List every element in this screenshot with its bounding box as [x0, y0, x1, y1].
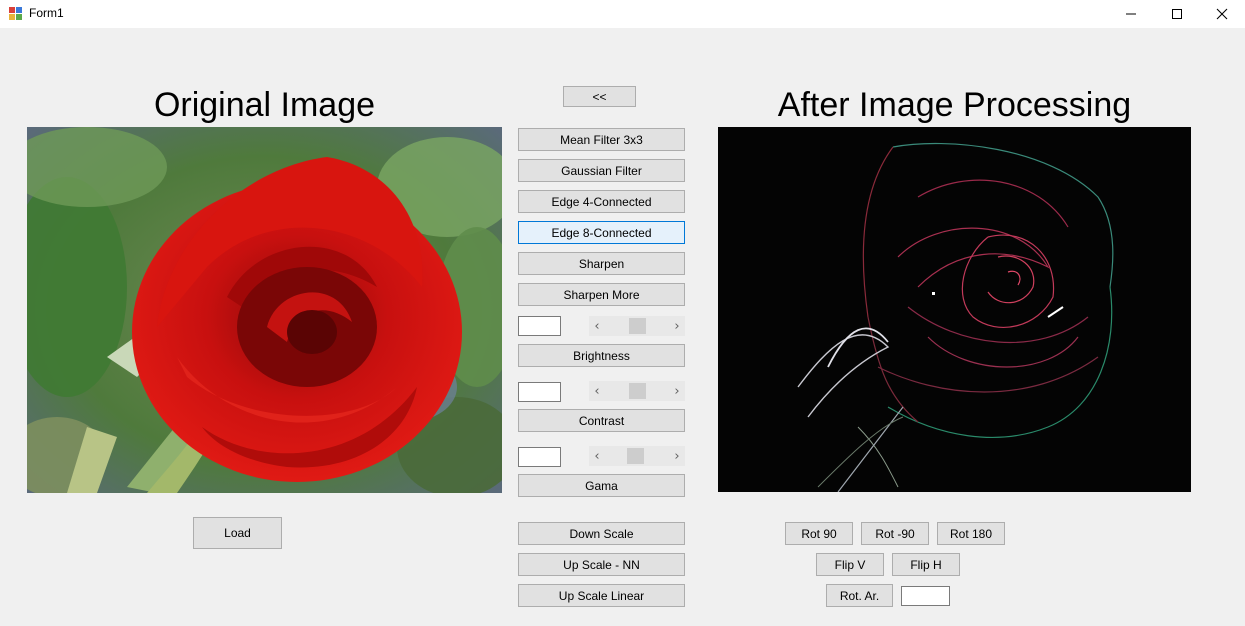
- edge-4-connected-button[interactable]: Edge 4-Connected: [518, 190, 685, 213]
- back-button[interactable]: <<: [563, 86, 636, 107]
- contrast-scrollbar[interactable]: ‹ ›: [589, 381, 685, 401]
- sharpen-button[interactable]: Sharpen: [518, 252, 685, 275]
- scroll-right-arrow-icon[interactable]: ›: [669, 446, 685, 466]
- brightness-input[interactable]: [518, 316, 561, 336]
- maximize-icon: [1172, 9, 1182, 19]
- close-icon: [1216, 8, 1228, 20]
- up-scale-nn-button[interactable]: Up Scale - NN: [518, 553, 685, 576]
- gama-scrollbar[interactable]: ‹ ›: [589, 446, 685, 466]
- rot-180-button[interactable]: Rot 180: [937, 522, 1005, 545]
- edge-result-image: [718, 127, 1191, 492]
- scroll-left-arrow-icon[interactable]: ‹: [589, 381, 605, 401]
- scroll-left-arrow-icon[interactable]: ‹: [589, 446, 605, 466]
- contrast-button[interactable]: Contrast: [518, 409, 685, 432]
- gaussian-filter-button[interactable]: Gaussian Filter: [518, 159, 685, 182]
- flip-v-button[interactable]: Flip V: [816, 553, 884, 576]
- scroll-right-arrow-icon[interactable]: ›: [669, 381, 685, 401]
- scroll-left-arrow-icon[interactable]: ‹: [589, 316, 605, 336]
- processed-image-picturebox: [718, 127, 1191, 492]
- minimize-button[interactable]: [1108, 0, 1154, 28]
- window-title: Form1: [29, 6, 64, 20]
- mean-filter-button[interactable]: Mean Filter 3x3: [518, 128, 685, 151]
- up-scale-linear-button[interactable]: Up Scale Linear: [518, 584, 685, 607]
- contrast-input[interactable]: [518, 382, 561, 402]
- brightness-button[interactable]: Brightness: [518, 344, 685, 367]
- scroll-thumb[interactable]: [629, 383, 646, 399]
- flip-h-button[interactable]: Flip H: [892, 553, 960, 576]
- load-button[interactable]: Load: [193, 517, 282, 549]
- processed-image-heading: After Image Processing: [777, 86, 1132, 124]
- maximize-button[interactable]: [1154, 0, 1200, 28]
- close-button[interactable]: [1199, 0, 1245, 28]
- rotation-angle-input[interactable]: [901, 586, 950, 606]
- down-scale-button[interactable]: Down Scale: [518, 522, 685, 545]
- rot-ar-button[interactable]: Rot. Ar.: [826, 584, 893, 607]
- gama-input[interactable]: [518, 447, 561, 467]
- scroll-right-arrow-icon[interactable]: ›: [669, 316, 685, 336]
- sharpen-more-button[interactable]: Sharpen More: [518, 283, 685, 306]
- brightness-scrollbar[interactable]: ‹ ›: [589, 316, 685, 336]
- rot-90-button[interactable]: Rot 90: [785, 522, 853, 545]
- minimize-icon: [1126, 13, 1136, 15]
- rot-neg-90-button[interactable]: Rot -90: [861, 522, 929, 545]
- rose-photo: [27, 127, 502, 493]
- scroll-thumb[interactable]: [627, 448, 644, 464]
- scroll-thumb[interactable]: [629, 318, 646, 334]
- form-app-icon: [9, 7, 23, 21]
- edge-8-connected-button[interactable]: Edge 8-Connected: [518, 221, 685, 244]
- original-image-picturebox: [27, 127, 502, 493]
- title-bar: Form1: [0, 0, 1245, 28]
- original-image-heading: Original Image: [153, 86, 376, 124]
- gama-button[interactable]: Gama: [518, 474, 685, 497]
